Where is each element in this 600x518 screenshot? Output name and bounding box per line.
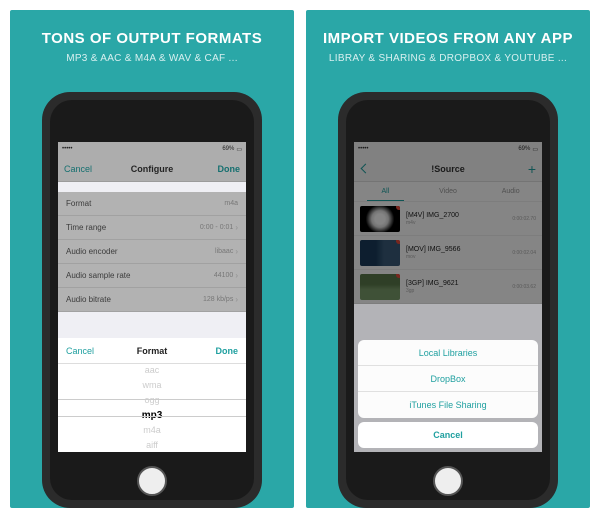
setting-row-timerange[interactable]: Time range 0:00 - 0:01› — [58, 216, 246, 240]
chevron-right-icon: › — [235, 271, 238, 280]
chevron-right-icon: › — [235, 223, 238, 232]
phone-frame: ••••• 69%▭ Cancel Configure Done Format … — [42, 92, 262, 508]
action-itunes-sharing[interactable]: iTunes File Sharing — [358, 392, 538, 418]
action-sheet: Local Libraries DropBox iTunes File Shar… — [358, 340, 538, 452]
action-sheet-group: Local Libraries DropBox iTunes File Shar… — [358, 340, 538, 418]
headline: TONS OF OUTPUT FORMATS — [42, 30, 262, 47]
setting-value: libaac — [215, 248, 233, 255]
battery-pct: 69% — [222, 146, 234, 152]
headline: IMPORT VIDEOS FROM ANY APP — [323, 30, 573, 47]
format-picker[interactable]: Cancel Format Done aac wma ogg mp3 m4a a… — [58, 338, 246, 452]
promo-panel-import: IMPORT VIDEOS FROM ANY APP LIBRAY & SHAR… — [306, 10, 590, 508]
setting-row-format[interactable]: Format m4a — [58, 192, 246, 216]
nav-done[interactable]: Done — [218, 164, 241, 174]
nav-cancel[interactable]: Cancel — [64, 164, 92, 174]
setting-label: Time range — [66, 223, 106, 232]
subheadline: MP3 & AAC & M4A & WAV & CAF ... — [66, 53, 238, 64]
setting-row-samplerate[interactable]: Audio sample rate 44100› — [58, 264, 246, 288]
picker-option[interactable]: aiff — [146, 438, 158, 452]
nav-title: Configure — [131, 164, 174, 174]
picker-title: Format — [137, 346, 168, 356]
settings-list: Format m4a Time range 0:00 - 0:01› Audio… — [58, 192, 246, 312]
action-dropbox[interactable]: DropBox — [358, 366, 538, 392]
carrier-signal: ••••• — [62, 146, 73, 152]
status-bar: ••••• 69%▭ — [58, 142, 246, 156]
promo-panel-formats: TONS OF OUTPUT FORMATS MP3 & AAC & M4A &… — [10, 10, 294, 508]
setting-label: Audio encoder — [66, 247, 118, 256]
setting-label: Audio sample rate — [66, 271, 130, 280]
picker-selection-band — [58, 399, 246, 417]
picker-wheel[interactable]: aac wma ogg mp3 m4a aiff — [58, 364, 246, 452]
home-button[interactable] — [433, 466, 463, 496]
chevron-right-icon: › — [235, 247, 238, 256]
picker-done[interactable]: Done — [216, 346, 239, 356]
picker-cancel[interactable]: Cancel — [66, 346, 94, 356]
setting-value: 0:00 - 0:01 — [200, 224, 233, 231]
phone-screen: ••••• 69%▭ Cancel Configure Done Format … — [58, 142, 246, 452]
setting-row-bitrate[interactable]: Audio bitrate 128 kb/ps› — [58, 288, 246, 312]
picker-option[interactable]: wma — [142, 378, 161, 393]
action-local-libraries[interactable]: Local Libraries — [358, 340, 538, 366]
setting-row-encoder[interactable]: Audio encoder libaac› — [58, 240, 246, 264]
action-cancel[interactable]: Cancel — [358, 422, 538, 448]
setting-value: 128 kb/ps — [203, 296, 233, 303]
picker-toolbar: Cancel Format Done — [58, 338, 246, 364]
home-button[interactable] — [137, 466, 167, 496]
phone-frame: ••••• 69%▭ !Source + All Video Audio — [338, 92, 558, 508]
subheadline: LIBRAY & SHARING & DROPBOX & YOUTUBE ... — [329, 53, 567, 64]
nav-bar: Cancel Configure Done — [58, 156, 246, 182]
chevron-right-icon: › — [235, 295, 238, 304]
picker-option[interactable]: m4a — [143, 423, 161, 438]
setting-value: m4a — [224, 200, 238, 207]
setting-label: Format — [66, 199, 91, 208]
picker-option[interactable]: aac — [145, 364, 160, 378]
setting-label: Audio bitrate — [66, 295, 111, 304]
setting-value: 44100 — [214, 272, 233, 279]
phone-screen: ••••• 69%▭ !Source + All Video Audio — [354, 142, 542, 452]
